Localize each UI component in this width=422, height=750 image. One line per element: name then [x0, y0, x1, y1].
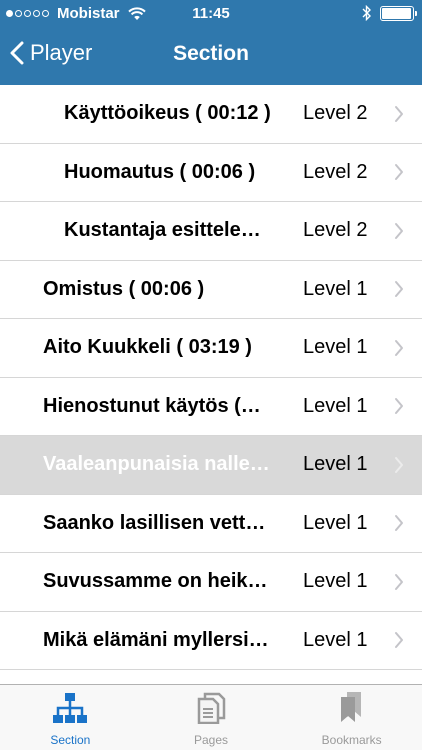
- chevron-right-icon: [394, 85, 404, 143]
- tab-pages[interactable]: Pages: [141, 685, 282, 750]
- section-row[interactable]: Käyttöoikeus ( 00:12 ) Level 2: [0, 85, 422, 144]
- chevron-left-icon: [10, 41, 24, 65]
- navigation-bar: Player Section: [0, 28, 422, 85]
- status-time: 11:45: [192, 5, 230, 22]
- chevron-right-icon: [394, 319, 404, 377]
- section-level: Level 1: [303, 570, 368, 593]
- section-level: Level 2: [303, 102, 368, 125]
- pages-icon: [196, 692, 226, 729]
- section-row[interactable]: Suvussamme on heik… Level 1: [0, 553, 422, 612]
- back-button[interactable]: Player: [10, 40, 92, 66]
- status-bar-right: [362, 5, 417, 21]
- tab-label: Section: [50, 733, 91, 747]
- chevron-right-icon: [394, 436, 404, 494]
- section-title: Suvussamme Eh! Rääväsuu: [43, 670, 291, 684]
- chevron-right-icon: [394, 612, 404, 670]
- section-row[interactable]: Aito Kuukkeli ( 03:19 ) Level 1: [0, 319, 422, 378]
- chevron-right-icon: [394, 553, 404, 611]
- section-row[interactable]: Saanko lasillisen vett… Level 1: [0, 494, 422, 553]
- chevron-right-icon: [394, 378, 404, 436]
- section-title: Kustantaja esittele…: [64, 219, 261, 242]
- section-level: Level 1: [303, 628, 368, 651]
- section-title: Huomautus ( 00:06 ): [64, 160, 256, 183]
- section-level: Level 1: [303, 453, 368, 476]
- section-row[interactable]: Hienostunut käytös (… Level 1: [0, 377, 422, 436]
- section-title: Suvussamme on heik…: [43, 570, 268, 593]
- tab-label: Pages: [193, 733, 229, 747]
- section-title: Käyttöoikeus ( 00:12 ): [64, 102, 271, 125]
- chevron-right-icon: [394, 261, 404, 319]
- section-level: Level 2: [303, 219, 368, 242]
- section-list[interactable]: Käyttöoikeus ( 00:12 ) Level 2 Huomautus (…: [0, 85, 422, 684]
- section-title: Hienostunut käytös (…: [43, 394, 261, 417]
- tab-label: Bookmarks: [321, 733, 382, 747]
- battery-icon: [380, 5, 417, 21]
- section-level: Level 1: [303, 394, 368, 417]
- header: Mobistar 11:45 Player Section: [0, 0, 422, 85]
- section-level: Level 1: [303, 670, 368, 684]
- hierarchy-icon: [52, 692, 88, 729]
- section-row[interactable]: Mikä elämäni myllersi… Level 1: [0, 611, 422, 670]
- chevron-right-icon: [394, 202, 404, 260]
- bookmarks-icon: [337, 690, 367, 729]
- section-level: Level 2: [303, 160, 368, 183]
- section-title: Mikä elämäni myllersi…: [43, 628, 269, 651]
- section-row[interactable]: Huomautus ( 00:06 ) Level 2: [0, 143, 422, 202]
- section-level: Level 1: [303, 277, 368, 300]
- section-title: Vaaleanpunaisia nalle…: [43, 453, 270, 476]
- status-bar: Mobistar 11:45: [0, 0, 422, 28]
- chevron-right-icon: [394, 144, 404, 202]
- section-title: Saanko lasillisen vett…: [43, 511, 266, 534]
- section-row[interactable]: Vaaleanpunaisia nalle… Level 1: [0, 436, 422, 495]
- tab-bar: Section Pages Bookmarks: [0, 684, 422, 750]
- chevron-right-icon: [394, 670, 404, 684]
- section-title: Aito Kuukkeli ( 03:19 ): [43, 336, 252, 359]
- tab-section[interactable]: Section: [0, 685, 141, 750]
- bluetooth-icon: [362, 5, 371, 21]
- battery-level: [382, 7, 411, 19]
- section-row[interactable]: Omistus ( 00:06 ) Level 1: [0, 260, 422, 319]
- section-level: Level 1: [303, 511, 368, 534]
- section-level: Level 1: [303, 336, 368, 359]
- tab-bookmarks[interactable]: Bookmarks: [281, 685, 422, 750]
- chevron-right-icon: [394, 495, 404, 553]
- section-title: Omistus ( 00:06 ): [43, 277, 205, 300]
- section-row[interactable]: Suvussamme Eh! Rääväsuu Level 1: [0, 670, 422, 684]
- back-button-label: Player: [30, 40, 93, 65]
- section-row[interactable]: Kustantaja esittele… Level 2: [0, 202, 422, 261]
